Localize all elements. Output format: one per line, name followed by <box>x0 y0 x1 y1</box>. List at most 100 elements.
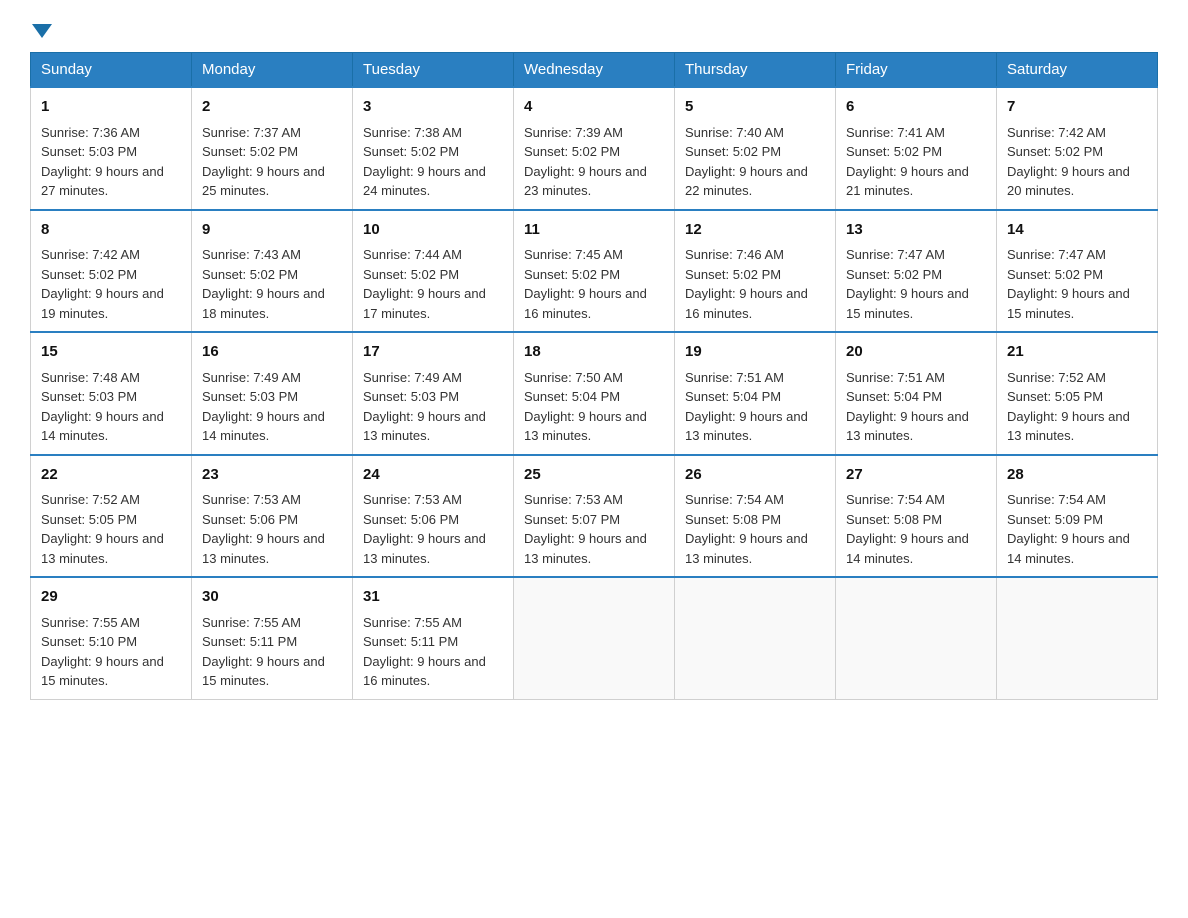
day-info: Sunrise: 7:55 AMSunset: 5:11 PMDaylight:… <box>363 613 503 691</box>
sunrise-text: Sunrise: 7:41 AM <box>846 125 945 140</box>
calendar-cell: 11Sunrise: 7:45 AMSunset: 5:02 PMDayligh… <box>514 210 675 333</box>
sunset-text: Sunset: 5:02 PM <box>363 267 459 282</box>
sunset-text: Sunset: 5:03 PM <box>363 389 459 404</box>
day-number: 1 <box>41 96 181 119</box>
daylight-text: Daylight: 9 hours and 14 minutes. <box>1007 531 1130 566</box>
calendar-week-row: 15Sunrise: 7:48 AMSunset: 5:03 PMDayligh… <box>31 332 1158 455</box>
day-number: 30 <box>202 586 342 609</box>
day-info: Sunrise: 7:38 AMSunset: 5:02 PMDaylight:… <box>363 123 503 201</box>
calendar-cell: 29 Sunrise: 7:55 AM Sunset: 5:10 PM Dayligh… <box>31 577 192 699</box>
calendar-cell: 1 Sunrise: 7:36 AM Sunset: 5:03 PM Daylight… <box>31 87 192 210</box>
sunset-text: Sunset: 5:02 PM <box>685 144 781 159</box>
day-header-tuesday: Tuesday <box>353 53 514 88</box>
day-info: Sunrise: 7:47 AMSunset: 5:02 PMDaylight:… <box>1007 245 1147 323</box>
day-info: Sunrise: 7:50 AMSunset: 5:04 PMDaylight:… <box>524 368 664 446</box>
calendar-cell: 28Sunrise: 7:54 AMSunset: 5:09 PMDayligh… <box>997 455 1158 578</box>
sunrise-text: Sunrise: 7:55 AM <box>41 615 140 630</box>
calendar-cell: 26Sunrise: 7:54 AMSunset: 5:08 PMDayligh… <box>675 455 836 578</box>
daylight-text: Daylight: 9 hours and 14 minutes. <box>202 409 325 444</box>
day-header-sunday: Sunday <box>31 53 192 88</box>
sunrise-text: Sunrise: 7:53 AM <box>202 492 301 507</box>
sunset-text: Sunset: 5:03 PM <box>202 389 298 404</box>
sunset-text: Sunset: 5:02 PM <box>846 144 942 159</box>
day-number: 17 <box>363 341 503 364</box>
sunset-text: Sunset: 5:03 PM <box>41 144 137 159</box>
day-number: 18 <box>524 341 664 364</box>
day-number: 19 <box>685 341 825 364</box>
day-info: Sunrise: 7:51 AMSunset: 5:04 PMDaylight:… <box>685 368 825 446</box>
day-number: 22 <box>41 464 181 487</box>
day-info: Sunrise: 7:53 AMSunset: 5:07 PMDaylight:… <box>524 490 664 568</box>
logo-arrow-icon <box>32 24 52 38</box>
calendar-cell: 3Sunrise: 7:38 AMSunset: 5:02 PMDaylight… <box>353 87 514 210</box>
day-number: 20 <box>846 341 986 364</box>
day-info: Sunrise: 7:53 AMSunset: 5:06 PMDaylight:… <box>363 490 503 568</box>
daylight-text: Daylight: 9 hours and 16 minutes. <box>363 654 486 689</box>
day-number: 16 <box>202 341 342 364</box>
calendar-cell: 20 Sunrise: 7:51 AMSunset: 5:04 PMDayligh… <box>836 332 997 455</box>
daylight-text: Daylight: 9 hours and 13 minutes. <box>685 531 808 566</box>
day-info: Sunrise: 7:46 AMSunset: 5:02 PMDaylight:… <box>685 245 825 323</box>
sunset-text: Sunset: 5:02 PM <box>202 267 298 282</box>
sunrise-text: Sunrise: 7:36 AM <box>41 125 140 140</box>
day-info: Sunrise: 7:42 AMSunset: 5:02 PMDaylight:… <box>41 245 181 323</box>
calendar-cell: 21Sunrise: 7:52 AMSunset: 5:05 PMDayligh… <box>997 332 1158 455</box>
day-number: 26 <box>685 464 825 487</box>
day-number: 31 <box>363 586 503 609</box>
sunset-text: Sunset: 5:02 PM <box>846 267 942 282</box>
day-info: Sunrise: 7:37 AMSunset: 5:02 PMDaylight:… <box>202 123 342 201</box>
calendar-cell: 25Sunrise: 7:53 AMSunset: 5:07 PMDayligh… <box>514 455 675 578</box>
daylight-text: Daylight: 9 hours and 18 minutes. <box>202 286 325 321</box>
sunset-text: Sunset: 5:05 PM <box>1007 389 1103 404</box>
day-number: 12 <box>685 219 825 242</box>
calendar-week-row: 22Sunrise: 7:52 AMSunset: 5:05 PMDayligh… <box>31 455 1158 578</box>
calendar-cell: 31 Sunrise: 7:55 AMSunset: 5:11 PMDayligh… <box>353 577 514 699</box>
sunrise-text: Sunrise: 7:52 AM <box>1007 370 1106 385</box>
daylight-text: Daylight: 9 hours and 14 minutes. <box>846 531 969 566</box>
calendar-cell: 19 Sunrise: 7:51 AMSunset: 5:04 PMDayligh… <box>675 332 836 455</box>
daylight-text: Daylight: 9 hours and 21 minutes. <box>846 164 969 199</box>
daylight-text: Daylight: 9 hours and 17 minutes. <box>363 286 486 321</box>
sunset-text: Sunset: 5:07 PM <box>524 512 620 527</box>
daylight-text: Daylight: 9 hours and 14 minutes. <box>41 409 164 444</box>
calendar-cell: 9Sunrise: 7:43 AMSunset: 5:02 PMDaylight… <box>192 210 353 333</box>
sunset-text: Sunset: 5:10 PM <box>41 634 137 649</box>
daylight-text: Daylight: 9 hours and 16 minutes. <box>524 286 647 321</box>
sunrise-text: Sunrise: 7:53 AM <box>363 492 462 507</box>
sunrise-text: Sunrise: 7:50 AM <box>524 370 623 385</box>
calendar-cell: 5Sunrise: 7:40 AMSunset: 5:02 PMDaylight… <box>675 87 836 210</box>
sunrise-text: Sunrise: 7:55 AM <box>202 615 301 630</box>
day-number: 8 <box>41 219 181 242</box>
sunrise-text: Sunrise: 7:46 AM <box>685 247 784 262</box>
day-number: 7 <box>1007 96 1147 119</box>
sunrise-text: Sunrise: 7:49 AM <box>363 370 462 385</box>
day-info: Sunrise: 7:53 AMSunset: 5:06 PMDaylight:… <box>202 490 342 568</box>
daylight-text: Daylight: 9 hours and 15 minutes. <box>846 286 969 321</box>
calendar-cell: 24Sunrise: 7:53 AMSunset: 5:06 PMDayligh… <box>353 455 514 578</box>
sunset-text: Sunset: 5:02 PM <box>363 144 459 159</box>
sunrise-text: Sunrise: 7:55 AM <box>363 615 462 630</box>
day-number: 21 <box>1007 341 1147 364</box>
day-info: Sunrise: 7:51 AMSunset: 5:04 PMDaylight:… <box>846 368 986 446</box>
day-number: 27 <box>846 464 986 487</box>
sunset-text: Sunset: 5:06 PM <box>202 512 298 527</box>
daylight-text: Daylight: 9 hours and 13 minutes. <box>846 409 969 444</box>
day-info: Sunrise: 7:48 AMSunset: 5:03 PMDaylight:… <box>41 368 181 446</box>
day-number: 29 <box>41 586 181 609</box>
sunrise-text: Sunrise: 7:43 AM <box>202 247 301 262</box>
sunrise-text: Sunrise: 7:48 AM <box>41 370 140 385</box>
daylight-text: Daylight: 9 hours and 15 minutes. <box>41 654 164 689</box>
calendar-cell: 30Sunrise: 7:55 AMSunset: 5:11 PMDayligh… <box>192 577 353 699</box>
calendar-cell <box>997 577 1158 699</box>
calendar-cell: 18 Sunrise: 7:50 AMSunset: 5:04 PMDayligh… <box>514 332 675 455</box>
calendar-cell: 16Sunrise: 7:49 AMSunset: 5:03 PMDayligh… <box>192 332 353 455</box>
calendar-cell: 14Sunrise: 7:47 AMSunset: 5:02 PMDayligh… <box>997 210 1158 333</box>
calendar-cell: 7Sunrise: 7:42 AMSunset: 5:02 PMDaylight… <box>997 87 1158 210</box>
day-header-monday: Monday <box>192 53 353 88</box>
daylight-text: Daylight: 9 hours and 25 minutes. <box>202 164 325 199</box>
day-header-saturday: Saturday <box>997 53 1158 88</box>
daylight-text: Daylight: 9 hours and 27 minutes. <box>41 164 164 199</box>
day-info: Sunrise: 7:54 AMSunset: 5:09 PMDaylight:… <box>1007 490 1147 568</box>
daylight-text: Daylight: 9 hours and 15 minutes. <box>1007 286 1130 321</box>
calendar-week-row: 8 Sunrise: 7:42 AMSunset: 5:02 PMDaylight… <box>31 210 1158 333</box>
